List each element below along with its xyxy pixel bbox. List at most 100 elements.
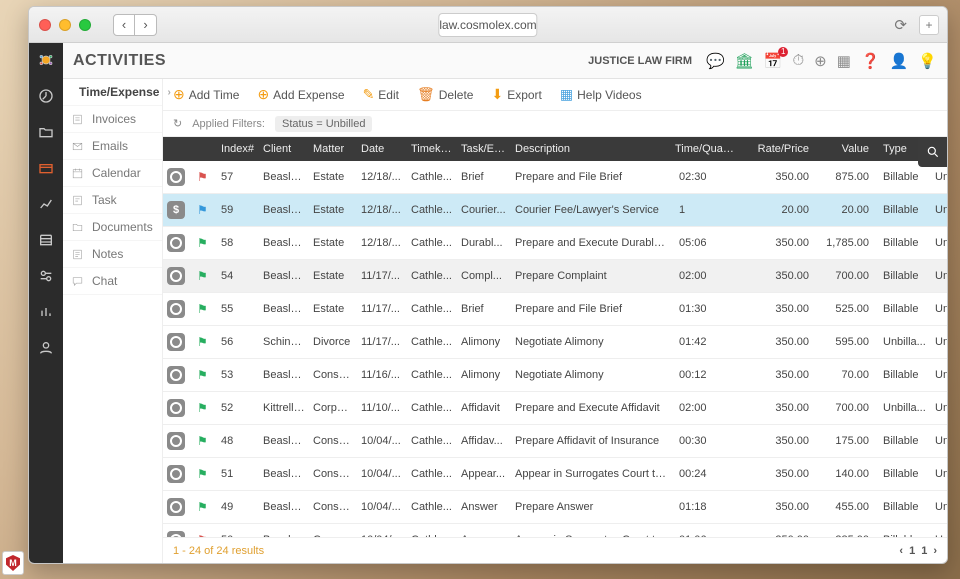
folder-icon[interactable]	[35, 121, 57, 143]
reports-icon[interactable]	[35, 193, 57, 215]
column-header[interactable]: Index#	[217, 137, 259, 161]
flag-icon[interactable]: ⚑	[197, 467, 208, 481]
timer-icon[interactable]: ⏱	[792, 52, 804, 69]
column-header[interactable]	[193, 137, 217, 161]
table-row[interactable]: ⚑58Beasle...Estate12/18/...Cathle...Dura…	[163, 227, 947, 260]
table-row[interactable]: ⚑49Beasle...Consul...10/04/...Cathle...A…	[163, 491, 947, 524]
submenu-task[interactable]: Task	[63, 187, 162, 214]
column-header[interactable]: Rate/Price	[749, 137, 819, 161]
flag-icon[interactable]: ⚑	[197, 368, 208, 382]
column-header[interactable]: Matter	[309, 137, 357, 161]
flag-icon[interactable]: ⚑	[197, 335, 208, 349]
delete-button[interactable]: 🗑Delete	[417, 86, 473, 103]
flag-icon[interactable]: ⚑	[197, 236, 208, 250]
table-row[interactable]: ⚑48Beasle...Consul...10/04/...Cathle...A…	[163, 425, 947, 458]
table-row[interactable]: ⚑56Schindl...Divorce11/17/...Cathle...Al…	[163, 326, 947, 359]
maximize-window-icon[interactable]	[79, 19, 91, 31]
submenu-documents[interactable]: Documents	[63, 214, 162, 241]
cell: 350.00	[749, 227, 819, 260]
minimize-window-icon[interactable]	[59, 19, 71, 31]
bank-icon[interactable]: 🏛	[735, 52, 754, 70]
back-button[interactable]: ‹	[113, 14, 135, 36]
submenu-notes[interactable]: Notes	[63, 241, 162, 268]
close-window-icon[interactable]	[39, 19, 51, 31]
submenu-invoices[interactable]: Invoices	[63, 106, 162, 133]
submenu-calendar[interactable]: Calendar	[63, 160, 162, 187]
table-row[interactable]: ⚑50Beasle...Consul...10/04/...Cathle...A…	[163, 524, 947, 538]
cell: 175.00	[819, 425, 879, 458]
column-header[interactable]: Timekeep	[407, 137, 457, 161]
chat-bubble-icon[interactable]: 💬	[706, 52, 725, 70]
app-logo-icon[interactable]	[35, 49, 57, 71]
cell: 48	[217, 425, 259, 458]
cell: Cathle...	[407, 359, 457, 392]
new-tab-button[interactable]: +	[919, 15, 939, 35]
flag-icon[interactable]: ⚑	[197, 434, 208, 448]
url-bar[interactable]: law.cosmolex.com	[438, 13, 537, 37]
pager-next[interactable]: ›	[933, 545, 937, 557]
column-header[interactable]	[163, 137, 193, 161]
flag-icon[interactable]: ⚑	[197, 269, 208, 283]
pager-prev[interactable]: ‹	[899, 545, 903, 557]
flag-icon[interactable]: ⚑	[197, 533, 208, 537]
submenu-chat[interactable]: Chat	[63, 268, 162, 295]
flag-icon[interactable]: ⚑	[197, 401, 208, 415]
cell: Appear...	[457, 458, 511, 491]
settings-icon[interactable]	[35, 265, 57, 287]
calendar-header-icon[interactable]: 📅1	[764, 52, 783, 70]
cell: Cathle...	[407, 491, 457, 524]
reload-icon[interactable]: ⟳	[894, 16, 907, 34]
cell: 350.00	[749, 260, 819, 293]
flag-icon[interactable]: ⚑	[197, 170, 208, 184]
table-row[interactable]: ⚑55Beasle...Estate11/17/...Cathle...Brie…	[163, 293, 947, 326]
export-button[interactable]: ⬇Export	[491, 86, 541, 103]
column-header[interactable]: Value	[819, 137, 879, 161]
flag-icon[interactable]: ⚑	[197, 203, 208, 217]
lightbulb-icon[interactable]: 💡	[918, 52, 937, 70]
cell: 49	[217, 491, 259, 524]
search-panel-toggle[interactable]	[918, 137, 948, 167]
column-header[interactable]: Task/Expe	[457, 137, 511, 161]
column-header[interactable]: Client	[259, 137, 309, 161]
forward-button[interactable]: ›	[135, 14, 157, 36]
table-container: Index#ClientMatterDateTimekeepTask/ExpeD…	[163, 137, 947, 537]
chart-icon[interactable]	[35, 301, 57, 323]
video-icon: ▦	[560, 86, 573, 103]
cell: Unbilled	[931, 458, 947, 491]
cell: 01:42	[671, 326, 749, 359]
flag-icon[interactable]: ⚑	[197, 500, 208, 514]
flag-icon[interactable]: ⚑	[197, 302, 208, 316]
column-header[interactable]: Description	[511, 137, 671, 161]
column-header[interactable]: Time/Quantity	[671, 137, 749, 161]
cell: ⚑	[193, 425, 217, 458]
cell: 58	[217, 227, 259, 260]
table-row[interactable]: ⚑57Beasle...Estate12/18/...Cathle...Brie…	[163, 161, 947, 194]
add-time-button[interactable]: ⊕Add Time	[173, 86, 239, 103]
table-row[interactable]: ⚑51Beasle...Consul...10/04/...Cathle...A…	[163, 458, 947, 491]
filter-chip[interactable]: Status = Unbilled	[275, 116, 372, 132]
refresh-filters-icon[interactable]: ↻	[173, 117, 182, 130]
table-row[interactable]: ⚑52Kittrell,...Corpor...11/10/...Cathle.…	[163, 392, 947, 425]
film-icon[interactable]: ▦	[837, 52, 851, 70]
table-row[interactable]: ⚑54Beasle...Estate11/17/...Cathle...Comp…	[163, 260, 947, 293]
submenu-time-expense[interactable]: Time/Expense ›	[63, 79, 162, 106]
cell: 12/18/...	[357, 194, 407, 227]
ledger-icon[interactable]	[35, 229, 57, 251]
table-row[interactable]: $⚑59Beasle...Estate12/18/...Cathle...Cou…	[163, 194, 947, 227]
results-count: 1 - 24 of 24 results	[173, 545, 264, 557]
user-icon[interactable]	[35, 337, 57, 359]
help-videos-button[interactable]: ▦Help Videos	[560, 86, 642, 103]
column-header[interactable]: Date	[357, 137, 407, 161]
cell: Affidav...	[457, 425, 511, 458]
dashboard-icon[interactable]	[35, 85, 57, 107]
mcafee-badge[interactable]: M	[2, 551, 24, 575]
add-circle-icon[interactable]: ⊕	[814, 52, 827, 70]
profile-icon[interactable]: 👤	[890, 52, 909, 70]
submenu-emails[interactable]: Emails	[63, 133, 162, 160]
add-expense-button[interactable]: ⊕Add Expense	[257, 86, 344, 103]
cell: Cathle...	[407, 326, 457, 359]
help-icon[interactable]: ❓	[861, 52, 880, 70]
edit-button[interactable]: ✎Edit	[363, 86, 399, 103]
table-row[interactable]: ⚑53Beasle...Consul...11/16/...Cathle...A…	[163, 359, 947, 392]
activities-icon[interactable]	[35, 157, 57, 179]
